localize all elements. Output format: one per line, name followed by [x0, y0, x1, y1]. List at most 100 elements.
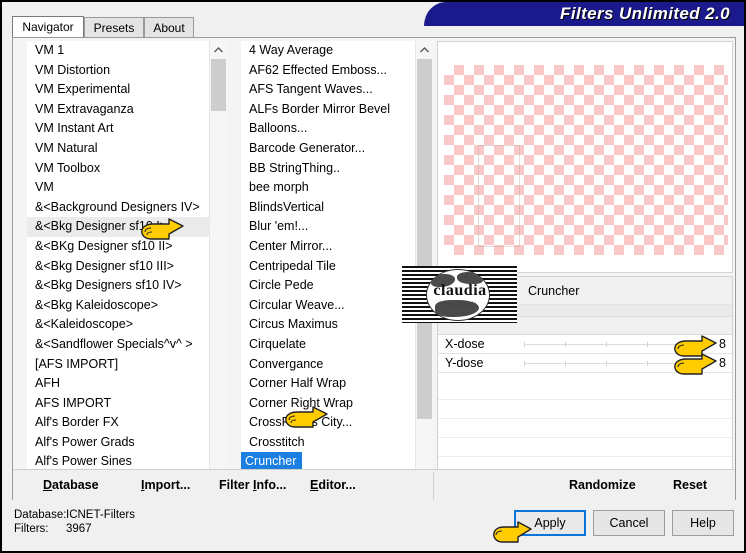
- list-item[interactable]: Alf's Border FX: [27, 413, 210, 433]
- list-item[interactable]: VM 1: [27, 41, 210, 61]
- tab-presets[interactable]: Presets: [84, 17, 144, 37]
- import-button-label: mport...: [144, 478, 191, 492]
- database-button[interactable]: Database: [43, 478, 99, 492]
- cancel-button[interactable]: Cancel: [593, 510, 665, 536]
- help-button-label: Help: [690, 516, 716, 530]
- client-panel: VM 1 VM Distortion VM Experimental VM Extra…: [12, 37, 736, 502]
- list-item[interactable]: &<Bkg Kaleidoscope>: [27, 296, 210, 316]
- list-item[interactable]: Center Mirror...: [241, 237, 416, 257]
- list-item[interactable]: AFS Tangent Waves...: [241, 80, 416, 100]
- list-item[interactable]: &<Sandflower Specials^v^ >: [27, 335, 210, 355]
- filter-list-rows: 4 Way Average AF62 Effected Emboss... AFS …: [241, 41, 416, 484]
- list-item[interactable]: Circular Weave...: [241, 296, 416, 316]
- filter-info-button[interactable]: Filter Info...: [219, 478, 286, 492]
- preview-pane[interactable]: [437, 41, 733, 273]
- list-item[interactable]: VM Natural: [27, 139, 210, 159]
- parameter-slider-track[interactable]: [524, 342, 689, 347]
- tab-navigator-label: Navigator: [22, 20, 74, 34]
- list-item[interactable]: Balloons...: [241, 119, 416, 139]
- list-item[interactable]: bee morph: [241, 178, 416, 198]
- tab-about-label: About: [153, 20, 185, 35]
- list-item[interactable]: VM Extravaganza: [27, 100, 210, 120]
- database-value: ICNET-Filters: [66, 509, 135, 521]
- action-bar: Database Import... Filter Info... Editor…: [13, 469, 735, 501]
- list-item[interactable]: ALFs Border Mirror Bevel: [241, 100, 416, 120]
- list-item[interactable]: AF62 Effected Emboss...: [241, 61, 416, 81]
- parameter-row[interactable]: Y-dose 8: [438, 354, 732, 373]
- category-scroll-thumb[interactable]: [211, 59, 226, 111]
- filters-label: Filters:: [14, 523, 49, 535]
- list-item[interactable]: &<BKg Designer sf10 II>: [27, 237, 210, 257]
- list-item[interactable]: VM Distortion: [27, 61, 210, 81]
- parameter-value: 8: [719, 356, 726, 370]
- reset-button[interactable]: Reset: [673, 478, 707, 492]
- help-button[interactable]: Help: [672, 510, 734, 536]
- parameter-name: X-dose: [445, 337, 485, 351]
- list-item[interactable]: [AFS IMPORT]: [27, 355, 210, 375]
- list-item[interactable]: Circle Pede: [241, 276, 416, 296]
- apply-button-label: Apply: [534, 516, 566, 530]
- action-bar-divider: [433, 472, 434, 500]
- parameter-value: 8: [719, 337, 726, 351]
- list-item[interactable]: VM: [27, 178, 210, 198]
- parameter-slider-track[interactable]: [524, 361, 689, 366]
- parameter-empty-row: [438, 419, 732, 438]
- list-item[interactable]: CrossRoads City...: [241, 413, 416, 433]
- filter-list-scrollbar[interactable]: [415, 41, 433, 484]
- list-item[interactable]: &<Bkg Designer sf10 III>: [27, 257, 210, 277]
- list-item[interactable]: Barcode Generator...: [241, 139, 416, 159]
- filters-value: 3967: [66, 523, 92, 535]
- parameter-row[interactable]: X-dose 8: [438, 335, 732, 354]
- database-label: Database:: [14, 509, 67, 521]
- scroll-up-icon[interactable]: [210, 41, 227, 58]
- list-item[interactable]: Centripedal Tile: [241, 257, 416, 277]
- list-item[interactable]: Corner Right Wrap: [241, 394, 416, 414]
- parameter-gap-row: [438, 317, 732, 335]
- list-item[interactable]: AFS IMPORT: [27, 394, 210, 414]
- list-item[interactable]: &<Bkg Designers sf10 IV>: [27, 276, 210, 296]
- scroll-up-icon[interactable]: [416, 41, 433, 58]
- list-item[interactable]: Convergance: [241, 355, 416, 375]
- parameter-empty-row: [438, 381, 732, 400]
- filter-name-label: Cruncher: [528, 283, 580, 298]
- filter-scroll-thumb[interactable]: [417, 59, 432, 419]
- list-item[interactable]: Cirquelate: [241, 335, 416, 355]
- category-list-scrollbar[interactable]: [209, 41, 227, 484]
- apply-button[interactable]: Apply: [514, 510, 586, 536]
- footer: Database: ICNET-Filters Filters: 3967 Ap…: [2, 500, 744, 551]
- tab-navigator[interactable]: Navigator: [12, 16, 84, 37]
- list-item[interactable]: VM Toolbox: [27, 159, 210, 179]
- list-item[interactable]: VM Experimental: [27, 80, 210, 100]
- list-item[interactable]: BB StringThing..: [241, 159, 416, 179]
- list-item[interactable]: AFH: [27, 374, 210, 394]
- list-item[interactable]: Blur 'em!...: [241, 217, 416, 237]
- parameter-pane: Cruncher X-dose 8 Y-dose 8: [437, 276, 733, 484]
- reset-button-label: Reset: [673, 478, 708, 492]
- list-item[interactable]: VM Instant Art: [27, 119, 210, 139]
- filter-list[interactable]: 4 Way Average AF62 Effected Emboss... AFS …: [241, 41, 433, 484]
- filter-info-button-label: Filter: [219, 478, 254, 492]
- randomize-button-label: Randomize: [569, 478, 636, 492]
- list-item[interactable]: Crosstitch: [241, 433, 416, 453]
- list-item[interactable]: &<Kaleidoscope>: [27, 315, 210, 335]
- parameter-subheader: [438, 305, 732, 317]
- list-item[interactable]: 4 Way Average: [241, 41, 416, 61]
- import-button[interactable]: Import...: [141, 478, 190, 492]
- parameter-header: Cruncher: [438, 277, 732, 305]
- editor-button[interactable]: Editor...: [310, 478, 356, 492]
- parameter-empty-row: [438, 400, 732, 419]
- category-list-rows: VM 1 VM Distortion VM Experimental VM Extra…: [27, 41, 210, 484]
- cancel-button-label: Cancel: [609, 516, 649, 530]
- editor-button-label: ditor...: [318, 478, 356, 492]
- list-item[interactable]: &<Background Designers IV>: [27, 198, 210, 218]
- randomize-button[interactable]: Randomize: [569, 478, 636, 492]
- category-list[interactable]: VM 1 VM Distortion VM Experimental VM Extra…: [27, 41, 227, 484]
- list-item[interactable]: Corner Half Wrap: [241, 374, 416, 394]
- list-item[interactable]: BlindsVertical: [241, 198, 416, 218]
- list-item[interactable]: Alf's Power Grads: [27, 433, 210, 453]
- list-item[interactable]: Circus Maximus: [241, 315, 416, 335]
- tab-presets-label: Presets: [93, 20, 135, 35]
- list-item-selected[interactable]: &<Bkg Designer sf10 I>: [27, 217, 210, 237]
- status-text: Database: ICNET-Filters Filters: 3967: [14, 508, 135, 536]
- tab-about[interactable]: About: [144, 17, 194, 37]
